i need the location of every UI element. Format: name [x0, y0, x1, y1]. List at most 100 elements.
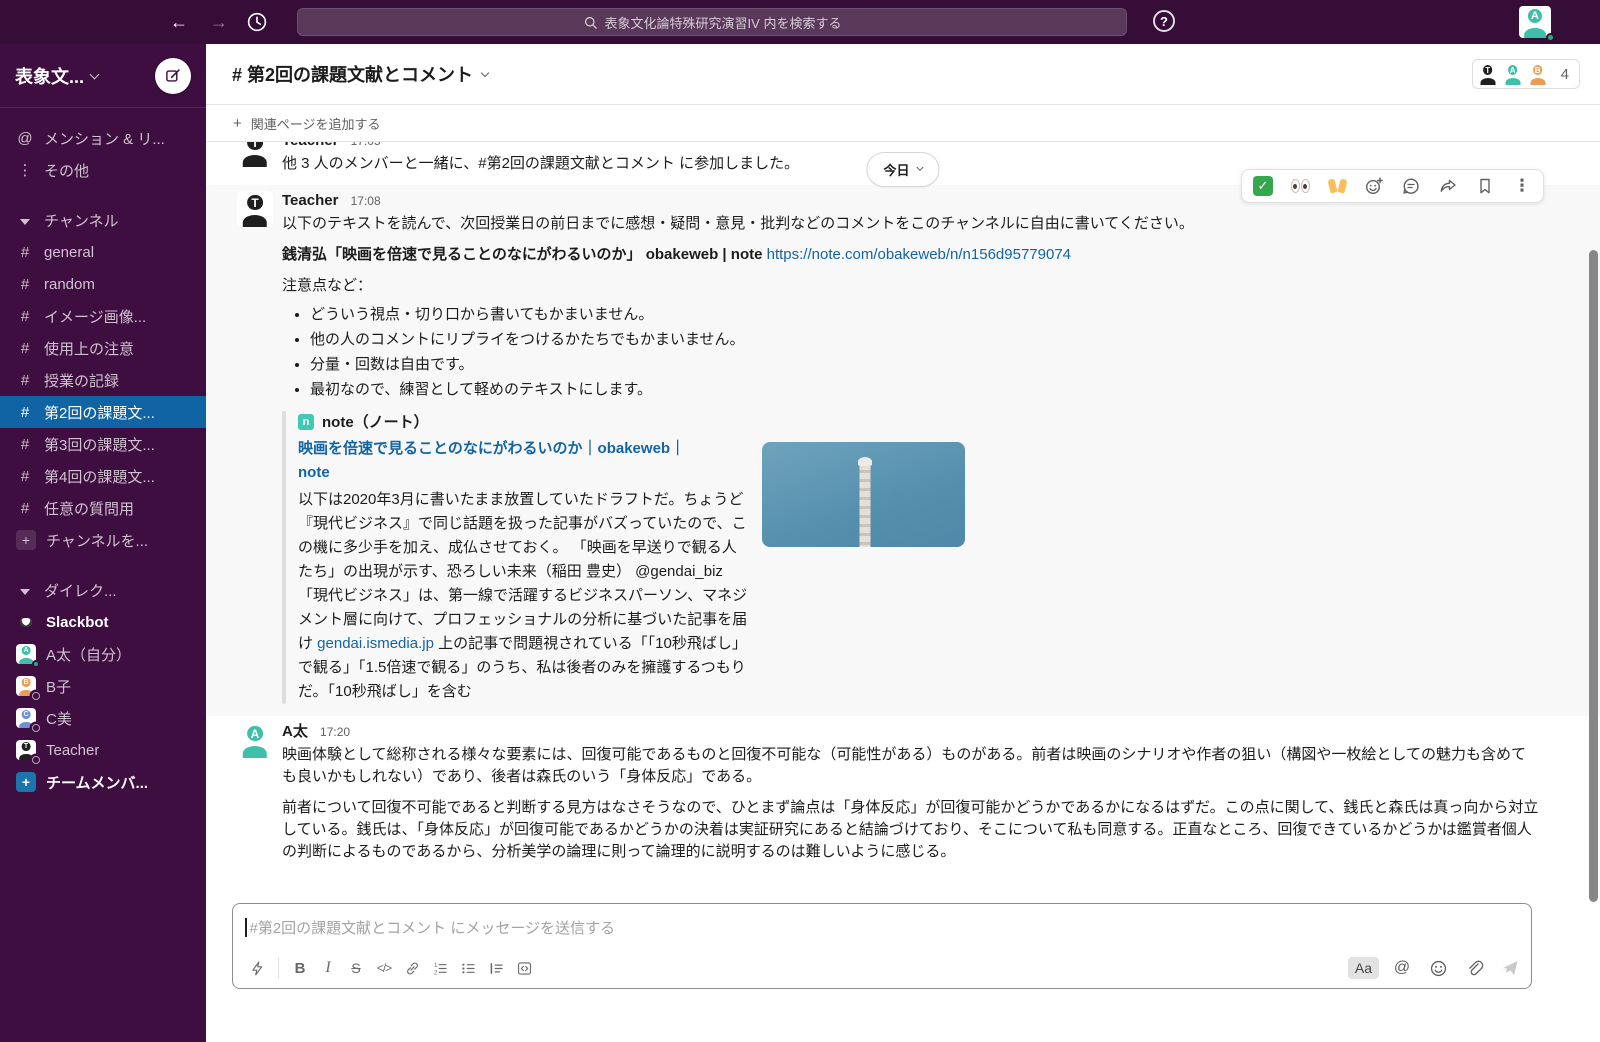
date-label: 今日 [883, 160, 909, 179]
user-avatar[interactable]: A [1519, 6, 1551, 38]
history-forward-button[interactable]: → [206, 10, 232, 34]
sidebar-channel-general[interactable]: #general [0, 236, 206, 268]
teacher-avatar[interactable]: T [237, 191, 273, 227]
bookmark-message-button[interactable] [1474, 175, 1496, 197]
add-reaction-button[interactable] [1363, 175, 1385, 197]
attachment-button[interactable] [1461, 955, 1487, 981]
message-input[interactable]: #第2回の課題文献とコメント にメッセージを送信する [233, 904, 1531, 950]
bookmarks-bar: + 関連ページを追加する [206, 105, 1600, 142]
search-placeholder: 表象文化論特殊研究演習IV 内を検索する [605, 13, 842, 32]
bko-avatar: B [16, 676, 36, 696]
teacher-avatar[interactable]: T [237, 142, 273, 167]
message-composer: #第2回の課題文献とコメント にメッセージを送信する B I S </> 1 [232, 903, 1532, 989]
section-chevron-icon [16, 212, 34, 229]
date-divider-pill[interactable]: 今日 [866, 152, 939, 187]
blockquote-button[interactable] [482, 955, 510, 981]
preview-body-text: 以下は2020年3月に書いたまま放置していたドラフトだ。ちょうど『現代ビジネス』… [298, 491, 747, 652]
sidebar-channel-session4[interactable]: #第4回の課題文... [0, 460, 206, 492]
link-button[interactable] [398, 955, 426, 981]
channel-title-button[interactable]: # 第2回の課題文献とコメント [232, 61, 488, 87]
preview-thumbnail-image[interactable] [762, 442, 965, 547]
sidebar-dm-self[interactable]: A A太（自分） [0, 638, 206, 670]
sidebar-channel-session3[interactable]: #第3回の課題文... [0, 428, 206, 460]
sidebar-dm-cmi[interactable]: C C美 [0, 702, 206, 734]
member-count: 4 [1561, 66, 1569, 83]
sidebar-dm-bko[interactable]: B B子 [0, 670, 206, 702]
ordered-list-button[interactable]: 12 [426, 955, 454, 981]
at-icon: @ [16, 130, 34, 147]
add-bookmark-button[interactable]: 関連ページを追加する [251, 114, 381, 133]
sidebar-channel-class-records[interactable]: #授業の記録 [0, 364, 206, 396]
message-timestamp[interactable]: 17:20 [320, 725, 350, 739]
gendai-link[interactable]: gendai.ismedia.jp [317, 635, 434, 652]
check-emoji-icon: ✓ [1253, 176, 1273, 196]
more-actions-button[interactable]: ⋮ [1511, 175, 1533, 197]
bulleted-list-button[interactable] [454, 955, 482, 981]
help-icon[interactable]: ? [1153, 10, 1175, 32]
mention-button[interactable]: @ [1389, 955, 1415, 981]
preview-title-link[interactable]: 映画を倍速で見ることのなにがわるいのか｜obakeweb｜note [298, 437, 698, 485]
reference-line: 銭清弘「映画を倍速で見ることのなにがわるいのか」 obakeweb | note… [282, 244, 1540, 266]
code-block-button[interactable] [510, 955, 538, 981]
link-preview-card: n note（ノート） 映画を倍速で見ることのなにがわるいのか｜obakeweb… [282, 411, 1540, 704]
section-label: チャンネル [44, 210, 119, 231]
emoji-button[interactable] [1425, 955, 1451, 981]
sidebar-channel-random[interactable]: #random [0, 268, 206, 300]
shortcuts-bolt-button[interactable] [243, 955, 271, 981]
message-timestamp[interactable]: 17:08 [351, 194, 381, 208]
reference-title: 銭清弘「映画を倍速で見ることのなにがわるいのか」 obakeweb | note [282, 246, 767, 263]
sidebar-item-more[interactable]: ⋮ その他 [0, 154, 206, 186]
add-teammates-button[interactable]: + チームメンバ... [0, 766, 206, 798]
channel-label: random [44, 276, 95, 293]
strikethrough-button[interactable]: S [342, 955, 370, 981]
channel-label: イメージ画像... [44, 306, 146, 327]
eyes-emoji-icon [1291, 179, 1310, 193]
dm-label: Slackbot [46, 614, 109, 631]
sidebar-item-mentions[interactable]: @ メンション & リ... [0, 122, 206, 154]
message-text: 以下のテキストを読んで、次回授業日の前日までに感想・疑問・意見・批判などのコメン… [282, 213, 1540, 235]
history-back-button[interactable]: ← [166, 10, 192, 34]
presence-dot [1546, 33, 1555, 42]
message-author[interactable]: Teacher [282, 142, 338, 149]
section-chevron-icon [16, 582, 34, 599]
sidebar-dm-slackbot[interactable]: Slackbot [0, 606, 206, 638]
history-clock-icon[interactable] [246, 11, 268, 33]
message-author[interactable]: Teacher [282, 192, 338, 209]
share-message-button[interactable] [1437, 175, 1459, 197]
sidebar-channel-session2-active[interactable]: #第2回の課題文... [0, 396, 206, 428]
tower-cap [858, 457, 872, 466]
preview-source-name: note（ノート） [322, 411, 429, 432]
reaction-check-button[interactable]: ✓ [1252, 175, 1274, 197]
workspace-name[interactable]: 表象文... [15, 63, 84, 89]
channels-section-header[interactable]: チャンネル [0, 204, 206, 236]
member-count-button[interactable]: T A B 4 [1472, 59, 1580, 89]
search-input[interactable]: 表象文化論特殊研究演習IV 内を検索する [297, 8, 1127, 36]
reaction-eyes-button[interactable] [1289, 175, 1311, 197]
reaction-hands-button[interactable] [1326, 175, 1348, 197]
chevron-down-icon [481, 68, 489, 76]
sidebar-channel-questions[interactable]: # 任意の質問用 [0, 492, 206, 524]
code-button[interactable]: </> [370, 955, 398, 981]
bold-button[interactable]: B [286, 955, 314, 981]
sidebar-dm-teacher[interactable]: T Teacher [0, 734, 206, 766]
italic-button[interactable]: I [314, 955, 342, 981]
hash-icon: # [16, 500, 34, 517]
formatting-toggle-button[interactable]: Aa [1348, 957, 1379, 979]
message-timestamp[interactable]: 17:05 [351, 142, 381, 148]
dm-section-header[interactable]: ダイレク... [0, 574, 206, 606]
more-icon: ⋮ [16, 161, 34, 179]
send-button[interactable] [1497, 955, 1523, 981]
channel-label: 任意の質問用 [44, 498, 134, 519]
scrollbar-thumb[interactable] [1589, 250, 1598, 902]
sidebar-channel-images[interactable]: #イメージ画像... [0, 300, 206, 332]
add-channel-button[interactable]: + チャンネルを... [0, 524, 206, 556]
reply-thread-button[interactable] [1400, 175, 1422, 197]
note-url-link[interactable]: https://note.com/obakeweb/n/n156d9577907… [767, 246, 1071, 263]
message-author[interactable]: A太 [282, 723, 308, 740]
presence-offline-dot [32, 724, 40, 732]
new-message-button[interactable] [155, 58, 191, 94]
ata-avatar[interactable]: A [237, 722, 273, 758]
toolbar-divider [278, 958, 279, 978]
message-paragraph: 映画体験として総称される様々な要素には、回復可能であるものと回復不可能な（可能性… [282, 744, 1540, 788]
sidebar-channel-usage-notes[interactable]: #使用上の注意 [0, 332, 206, 364]
